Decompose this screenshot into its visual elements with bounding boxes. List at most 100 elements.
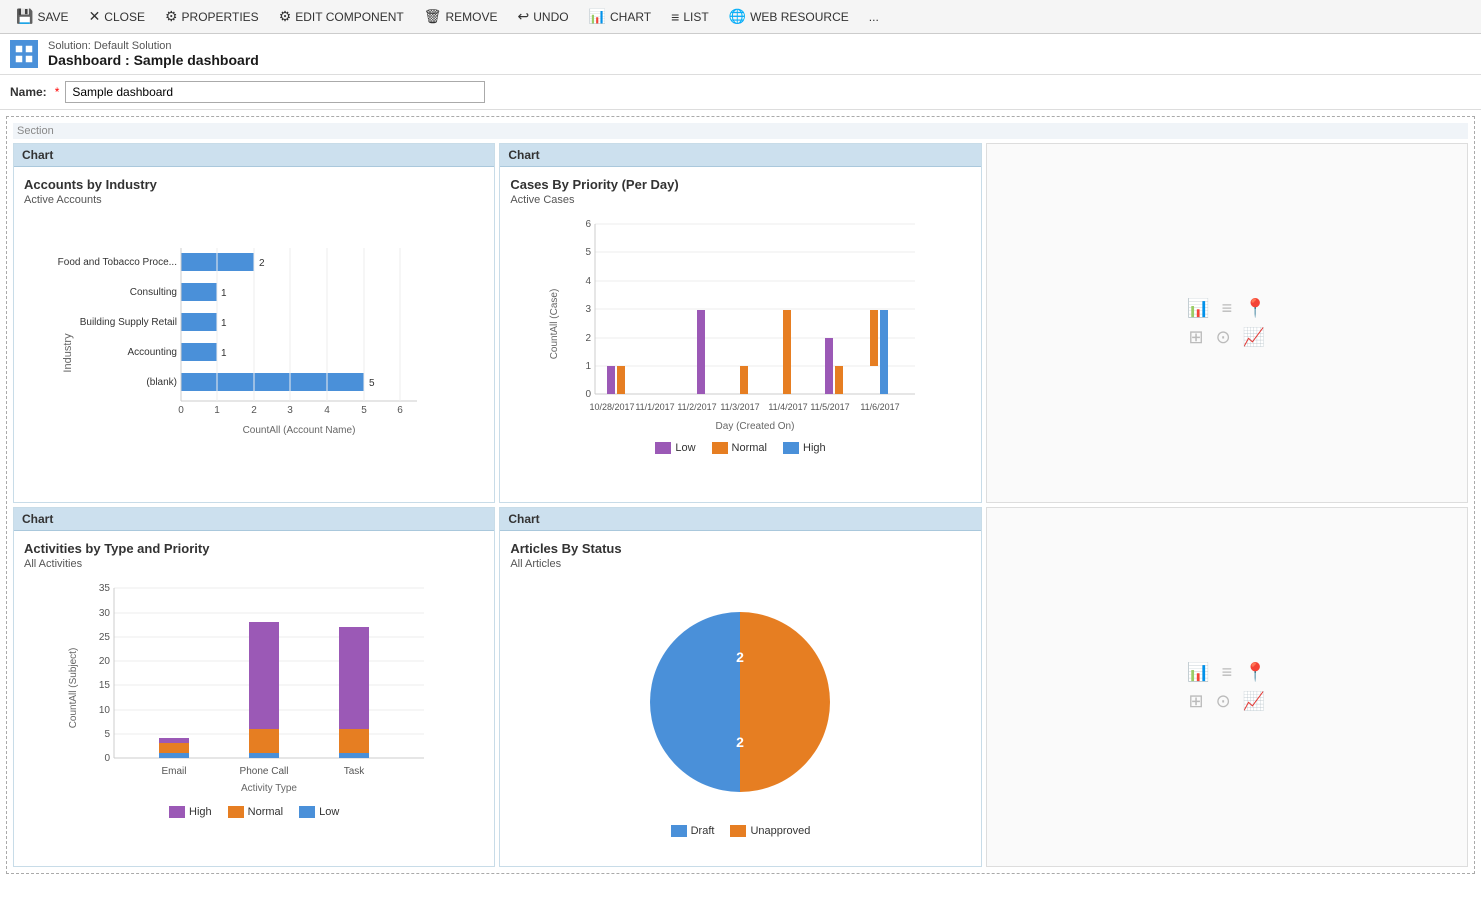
pin-2-icon[interactable]: 📍 [1244,662,1266,683]
save-icon: 💾 [16,8,33,25]
legend-low-color [655,442,671,454]
name-label: Name: [10,85,47,99]
svg-text:2: 2 [259,258,265,269]
pin-icon[interactable]: 📍 [1244,298,1266,319]
close-button[interactable]: ✕ CLOSE [81,4,153,29]
legend-unapproved: Unapproved [730,825,810,837]
properties-button[interactable]: ⚙ PROPERTIES [157,4,267,29]
chart-header-1: Chart [14,144,494,167]
web-resource-button[interactable]: 🌐 WEB RESOURCE [721,4,857,29]
svg-text:Accounting: Accounting [128,347,177,358]
legend-normal: Normal [712,442,767,454]
chart-header-2: Chart [500,144,980,167]
svg-text:11/4/2017: 11/4/2017 [769,402,808,412]
name-input[interactable] [65,81,485,103]
empty-2-icon-row-2: ⊞ ⊙ 📈 [1189,691,1266,712]
svg-text:Building Supply Retail: Building Supply Retail [80,317,177,328]
bar-chart-2-icon[interactable]: 📊 [1187,662,1209,683]
cases-legend: Low Normal High [655,442,825,454]
svg-text:5: 5 [586,247,592,258]
svg-text:6: 6 [397,405,403,416]
save-button[interactable]: 💾 SAVE [8,4,77,29]
chart-subtitle-activities: All Activities [24,558,484,570]
svg-text:15: 15 [99,680,111,691]
svg-text:11/2/2017: 11/2/2017 [678,402,717,412]
chart-cell-articles: Chart Articles By Status All Articles 2 … [499,507,981,867]
table-2-icon[interactable]: ⊞ [1189,691,1204,712]
list-icon[interactable]: ≡ [1222,298,1233,319]
chart-body-cases: Cases By Priority (Per Day) Active Cases… [500,167,980,502]
svg-text:0: 0 [178,405,184,416]
legend-act-high: High [169,806,212,818]
svg-text:35: 35 [99,583,111,594]
svg-text:5: 5 [369,378,375,389]
svg-text:6: 6 [586,219,592,230]
bar-chart-icon[interactable]: 📊 [1187,298,1209,319]
remove-button[interactable]: 🗑 REMOVE [416,4,506,29]
trend-icon[interactable]: 📈 [1243,327,1265,348]
svg-text:11/3/2017: 11/3/2017 [721,402,760,412]
properties-icon: ⚙ [165,8,178,25]
list-2-icon[interactable]: ≡ [1222,662,1233,683]
legend-low: Low [655,442,695,454]
svg-text:10: 10 [99,705,111,716]
svg-text:Industry: Industry [62,333,74,373]
web-resource-icon: 🌐 [729,8,746,25]
remove-icon: 🗑 [424,8,442,25]
chart-icon: 📊 [589,8,606,25]
legend-normal-color [712,442,728,454]
trend-2-icon[interactable]: 📈 [1243,691,1265,712]
undo-button[interactable]: ↩ UNDO [510,4,577,29]
svg-text:0: 0 [105,753,111,764]
section-label: Section [13,123,1468,139]
svg-text:5: 5 [105,729,111,740]
chart-button[interactable]: 📊 CHART [581,4,660,29]
activities-chart-svg: CountAll (Subject) [64,578,444,798]
edit-component-button[interactable]: ⚙ EDIT COMPONENT [271,4,412,29]
empty-cell-icons: 📊 ≡ 📍 ⊞ ⊙ 📈 [1187,298,1266,348]
svg-text:CountAll (Case): CountAll (Case) [549,289,560,360]
svg-text:Phone Call: Phone Call [240,766,289,777]
chart-title-cases: Cases By Priority (Per Day) [510,177,970,192]
svg-text:4: 4 [586,276,592,287]
legend-draft-color [671,825,687,837]
close-icon: ✕ [89,8,101,25]
chart-subtitle-articles: All Articles [510,558,970,570]
svg-text:11/6/2017: 11/6/2017 [861,402,900,412]
empty-icon-row-1: 📊 ≡ 📍 [1187,298,1266,319]
list-button[interactable]: ≡ LIST [663,5,717,29]
svg-text:30: 30 [99,608,111,619]
svg-text:4: 4 [324,405,330,416]
chart-title-accounts: Accounts by Industry [24,177,484,192]
chart-cell-cases: Chart Cases By Priority (Per Day) Active… [499,143,981,503]
svg-text:2: 2 [737,649,745,665]
toolbar: 💾 SAVE ✕ CLOSE ⚙ PROPERTIES ⚙ EDIT COMPO… [0,0,1481,34]
svg-text:CountAll (Account Name): CountAll (Account Name) [243,425,356,436]
svg-text:2: 2 [586,333,592,344]
articles-chart-svg: 2 2 [600,597,880,817]
legend-unapproved-color [730,825,746,837]
svg-text:2: 2 [251,405,257,416]
circle-2-icon[interactable]: ⊙ [1216,691,1231,712]
table-icon[interactable]: ⊞ [1189,327,1204,348]
svg-text:2: 2 [737,734,745,750]
empty-2-icon-row-1: 📊 ≡ 📍 [1187,662,1266,683]
svg-text:(blank): (blank) [147,377,178,388]
accounts-chart-svg: Industry Food and Tobacco Proce... 2 Con… [59,223,449,483]
svg-text:1: 1 [221,348,227,359]
solution-label: Solution: Default Solution [48,40,259,52]
legend-act-normal-color [228,806,244,818]
more-button[interactable]: ... [861,6,887,28]
circle-icon[interactable]: ⊙ [1216,327,1231,348]
list-icon: ≡ [671,9,679,25]
undo-icon: ↩ [518,8,530,25]
legend-act-low: Low [299,806,339,818]
svg-text:20: 20 [99,656,111,667]
chart-subtitle-accounts: Active Accounts [24,194,484,206]
svg-text:3: 3 [287,405,293,416]
legend-high-color [783,442,799,454]
name-required: * [55,85,60,99]
chart-body-activities: Activities by Type and Priority All Acti… [14,531,494,866]
svg-text:Task: Task [344,766,366,777]
svg-text:3: 3 [586,304,592,315]
